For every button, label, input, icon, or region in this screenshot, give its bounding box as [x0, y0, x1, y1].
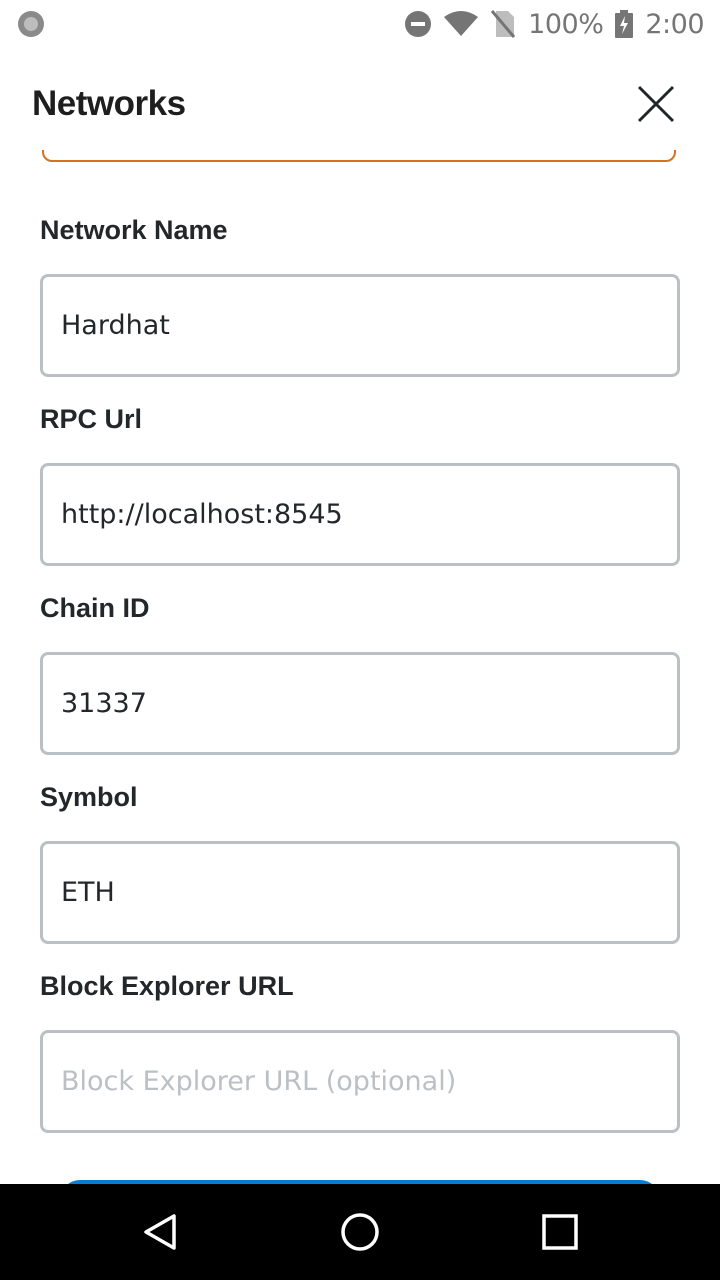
navigation-bar [0, 1184, 720, 1280]
notification-dot-icon [18, 11, 44, 37]
screen: 100% 2:00 Networks Network Name RPC Ur [0, 0, 720, 1280]
recents-icon [542, 1214, 578, 1250]
network-name-label: Network Name [40, 215, 228, 245]
close-icon [637, 85, 675, 123]
rpc-url-label: RPC Url [40, 404, 143, 434]
block-explorer-url-label: Block Explorer URL [40, 971, 294, 1001]
clock: 2:00 [645, 8, 704, 40]
rpc-url-input[interactable] [40, 463, 680, 566]
previous-field-input[interactable] [42, 150, 676, 162]
wifi-icon [444, 11, 479, 37]
network-form[interactable]: Network Name RPC Url Chain ID Symbol Blo… [0, 150, 720, 1184]
home-button[interactable] [336, 1208, 384, 1256]
chain-id-label: Chain ID [40, 593, 150, 623]
symbol-label: Symbol [40, 782, 138, 812]
battery-percent: 100% [528, 8, 604, 40]
page-title: Networks [32, 84, 186, 123]
back-icon [144, 1214, 176, 1250]
header: Networks [0, 60, 720, 150]
back-button[interactable] [136, 1208, 184, 1256]
no-sim-icon [490, 9, 516, 39]
do-not-disturb-icon [404, 10, 432, 38]
network-name-input[interactable] [40, 274, 680, 377]
block-explorer-url-input[interactable] [40, 1030, 680, 1133]
status-bar: 100% 2:00 [0, 0, 720, 48]
home-icon [341, 1213, 379, 1251]
battery-charging-icon [615, 10, 634, 38]
close-button[interactable] [630, 78, 682, 130]
status-icons: 100% 2:00 [404, 0, 704, 48]
chain-id-input[interactable] [40, 652, 680, 755]
recents-button[interactable] [536, 1208, 584, 1256]
symbol-input[interactable] [40, 841, 680, 944]
